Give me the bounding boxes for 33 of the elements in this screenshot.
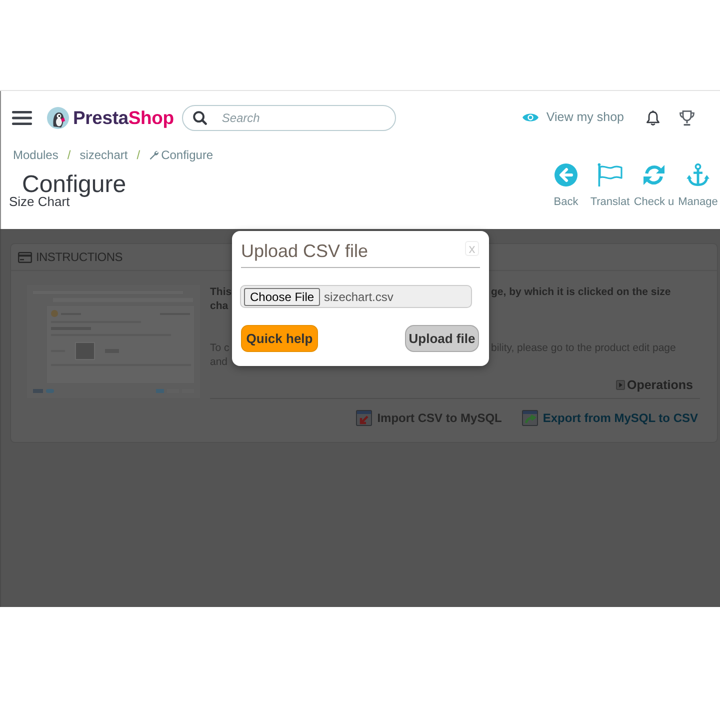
export-link[interactable]: Export from MySQL to CSV	[522, 410, 698, 426]
upload-button[interactable]: Upload file	[405, 325, 479, 352]
breadcrumb-separator: /	[136, 147, 142, 164]
choose-file-button[interactable]: Choose File	[244, 288, 320, 306]
operations-label: Operations	[627, 378, 693, 392]
wrench-icon	[149, 150, 160, 160]
menu-icon[interactable]	[12, 110, 32, 124]
toolbar-button[interactable]: Back	[544, 163, 588, 208]
anchor-icon	[686, 163, 710, 187]
flag-icon	[597, 163, 623, 187]
toolbar-button[interactable]: Manage	[676, 163, 720, 208]
breadcrumb-link[interactable]: Modules	[13, 146, 58, 164]
breadcrumb-separator: /	[66, 147, 72, 164]
dialog-title: Upload CSV file	[241, 240, 368, 263]
trophy-icon[interactable]	[679, 110, 695, 126]
breadcrumb-link[interactable]: sizechart	[80, 146, 128, 164]
eye-icon	[522, 112, 540, 123]
file-name: sizechart.csv	[324, 288, 394, 306]
help-button[interactable]: Quick help	[241, 325, 318, 352]
view-shop-link[interactable]: View my shop	[522, 108, 624, 127]
file-input[interactable]: Choose File sizechart.csv	[240, 285, 472, 308]
export-icon	[522, 410, 538, 426]
toolbar-button[interactable]: Translat	[588, 163, 632, 208]
logo-text: PrestaShop	[73, 106, 174, 128]
import-icon	[356, 410, 372, 426]
logo-icon	[47, 106, 69, 128]
toolbar-button[interactable]: Check u	[632, 163, 676, 208]
refresh-icon	[642, 163, 666, 187]
search-field[interactable]: Search	[182, 104, 396, 130]
search-icon	[192, 110, 207, 124]
credit-card-icon	[18, 252, 32, 262]
bell-icon[interactable]	[646, 110, 660, 126]
breadcrumb-current: Configure	[161, 147, 214, 164]
